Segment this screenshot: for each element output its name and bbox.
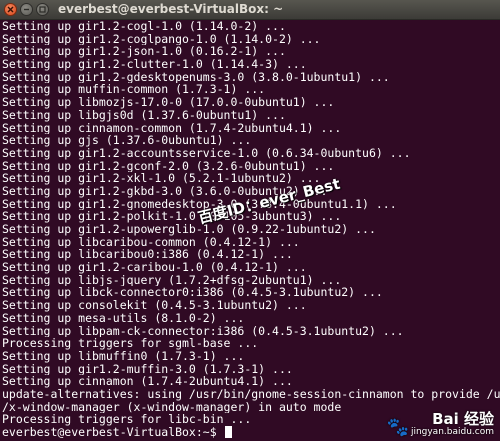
- terminal-line: Processing triggers for sgml-base ...: [2, 337, 259, 350]
- close-icon: [7, 6, 14, 13]
- title-bar[interactable]: everbest@everbest-VirtualBox: ~: [0, 0, 500, 20]
- terminal-line: Setting up gir1.2-json-1.0 (0.16.2-1) ..…: [2, 45, 286, 59]
- terminal-line: Setting up gir1.2-muffin-3.0 (1.7.3-1) .…: [2, 362, 293, 376]
- maximize-icon: [39, 6, 46, 13]
- terminal-line: Setting up gir1.2-cogl-1.0 (1.14.0-2) ..…: [2, 20, 286, 33]
- terminal-line: Setting up gir1.2-xkl-1.0 (5.2.1-1ubuntu…: [2, 172, 321, 185]
- terminal-line: Setting up libmozjs-17.0-0 (17.0.0-0ubun…: [2, 96, 335, 109]
- terminal-line: update-alternatives: using /usr/bin/gnom…: [2, 387, 500, 401]
- minimize-button[interactable]: [20, 3, 33, 16]
- terminal-line: Setting up consolekit (0.4.5-3.1ubuntu2)…: [2, 299, 307, 312]
- terminal-line: Setting up muffin-common (1.7.3-1) ...: [2, 83, 266, 97]
- terminal-output[interactable]: Setting up gir1.2-cogl-1.0 (1.14.0-2) ..…: [0, 20, 500, 441]
- text-cursor: [224, 426, 232, 438]
- terminal-line: Setting up libpam-ck-connector:i386 (0.4…: [2, 324, 404, 338]
- terminal-window: everbest@everbest-VirtualBox: ~ Setting …: [0, 0, 500, 441]
- terminal-line: Setting up libck-connector0:i386 (0.4.5-…: [2, 286, 383, 300]
- window-controls: [4, 3, 49, 17]
- terminal-line: Setting up gir1.2-gconf-2.0 (3.2.6-0ubun…: [2, 159, 335, 173]
- output-lines: Setting up gir1.2-cogl-1.0 (1.14.0-2) ..…: [2, 20, 500, 426]
- terminal-line: Setting up gir1.2-caribou-1.0 (0.4.12-1)…: [2, 261, 307, 274]
- terminal-line: Setting up cinnamon-common (1.7.4-2ubunt…: [2, 121, 342, 135]
- terminal-line: Setting up gir1.2-upowerglib-1.0 (0.9.22…: [2, 223, 376, 236]
- terminal-line: Setting up libgjs0d (1.37.6-0ubuntu1) ..…: [2, 108, 286, 122]
- window-title: everbest@everbest-VirtualBox: ~: [58, 2, 284, 16]
- terminal-line: Setting up libjs-jquery (1.7.2+dfsg-2ubu…: [2, 273, 342, 287]
- terminal-line: Setting up cinnamon (1.7.4-2ubuntu4.1) .…: [2, 375, 293, 388]
- maximize-button[interactable]: [36, 3, 49, 16]
- terminal-line: Setting up libcaribou0:i386 (0.4.12-1) .…: [2, 248, 293, 262]
- close-button[interactable]: [4, 3, 17, 16]
- terminal-line: Setting up gir1.2-gdesktopenums-3.0 (3.8…: [2, 70, 390, 84]
- terminal-line: Setting up gir1.2-accountsservice-1.0 (0…: [2, 146, 411, 160]
- terminal-line: Setting up gjs (1.37.6-0ubuntu1) ...: [2, 134, 252, 147]
- terminal-line: Setting up gir1.2-coglpango-1.0 (1.14.0-…: [2, 32, 321, 46]
- terminal-line: Setting up gir1.2-clutter-1.0 (1.14.4-3)…: [2, 58, 307, 71]
- logo-brand-main: Bai 经验: [432, 410, 494, 428]
- shell-prompt: everbest@everbest-VirtualBox:~$: [2, 425, 224, 439]
- logo-brand-sub: jingyan.baidu.com: [410, 427, 494, 437]
- terminal-line: Setting up mesa-utils (8.1.0-2) ...: [2, 311, 245, 325]
- terminal-line: Setting up libcaribou-common (0.4.12-1) …: [2, 235, 300, 249]
- paw-icon: 🐾: [386, 417, 409, 438]
- baidu-jingyan-logo: 🐾 Bai 经验 jingyan.baidu.com: [387, 411, 494, 437]
- minimize-icon: [24, 8, 29, 11]
- terminal-line: Setting up libmuffin0 (1.7.3-1) ...: [2, 349, 245, 363]
